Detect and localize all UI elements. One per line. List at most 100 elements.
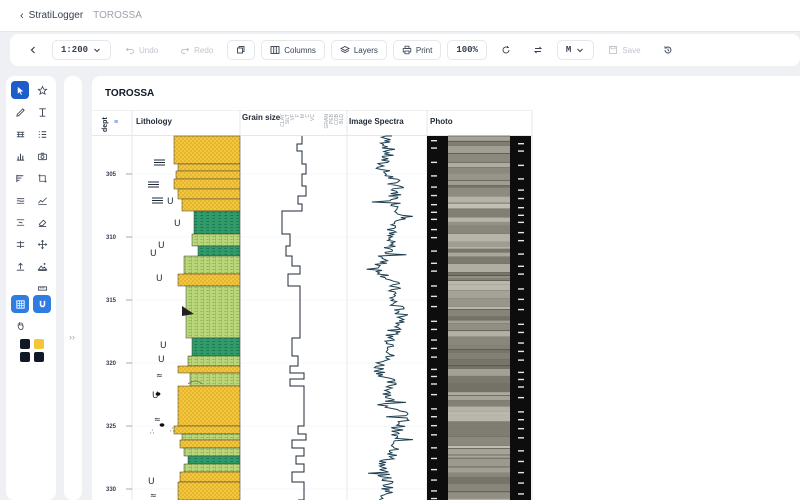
lithology-bed: [183, 463, 241, 473]
core-slice: [448, 225, 510, 234]
core-box-marker: [431, 347, 437, 350]
magnet-toggle[interactable]: [33, 295, 51, 313]
bar-chart-icon: [16, 153, 24, 161]
color-swatch-yellow[interactable]: [34, 339, 44, 349]
core-box-marker: [431, 147, 437, 149]
back-button[interactable]: [20, 40, 46, 60]
app-name-link[interactable]: StratiLogger: [29, 10, 83, 21]
core-box-marker: [518, 239, 524, 242]
core-box-marker: [431, 285, 437, 287]
units-select[interactable]: M: [556, 40, 595, 60]
list-tool[interactable]: [33, 125, 51, 143]
core-box-marker: [518, 396, 524, 399]
core-box-marker: [518, 221, 524, 224]
burrow-symbol: U: [158, 355, 165, 365]
redo-button[interactable]: Redo: [172, 40, 222, 60]
reset-zoom-button[interactable]: [492, 40, 519, 60]
draw-tool[interactable]: [11, 103, 29, 121]
swap-button[interactable]: [524, 40, 551, 60]
core-box-marker: [518, 164, 524, 167]
nodule-symbol: [159, 423, 165, 427]
burrow-symbol: U: [156, 274, 163, 284]
core-box-marker: [518, 460, 524, 463]
core-slice: [448, 256, 510, 264]
chart-tool[interactable]: [11, 147, 29, 165]
core-box-marker: [431, 211, 437, 214]
print-button[interactable]: Print: [392, 40, 442, 60]
favorite-tool[interactable]: [33, 81, 51, 99]
upload-tool[interactable]: [11, 257, 29, 275]
grain-profile-icon: [15, 174, 23, 182]
core-slice: [448, 217, 510, 222]
core-box-marker: [518, 308, 524, 311]
collapse-panel[interactable]: ››: [64, 76, 82, 500]
core-box-marker: [431, 383, 437, 385]
expand-chevron-icon[interactable]: ››: [69, 332, 75, 342]
history-button[interactable]: [654, 40, 681, 60]
scale-select[interactable]: 1:200: [52, 40, 112, 60]
core-box-marker: [518, 437, 524, 439]
contact-tool[interactable]: [11, 191, 29, 209]
lithology-bed: [179, 439, 241, 449]
save-label: Save: [622, 45, 641, 55]
pan-tool[interactable]: [11, 316, 29, 334]
curve-tool[interactable]: [33, 191, 51, 209]
core-slice: [448, 208, 510, 218]
save-button[interactable]: Save: [600, 40, 649, 60]
core-box-marker: [518, 231, 524, 234]
chevron-left-icon: [30, 46, 35, 54]
nodule-symbol: [155, 392, 161, 396]
core-box-marker: [431, 250, 437, 252]
core-slice: [448, 491, 510, 499]
undo-button[interactable]: Undo: [117, 40, 167, 60]
bed-tool[interactable]: [11, 125, 29, 143]
duplicate-button[interactable]: [227, 40, 256, 60]
move-tool[interactable]: [33, 235, 51, 253]
zoom-level[interactable]: 100%: [447, 40, 487, 60]
lithology-bed: [197, 245, 241, 257]
core-box-marker: [518, 471, 524, 474]
back-chevron-icon[interactable]: ‹: [20, 10, 24, 22]
core-box-marker: [431, 447, 437, 449]
columns-icon: [270, 46, 280, 54]
redo-label: Redo: [194, 45, 214, 55]
core-box-marker: [518, 273, 524, 275]
core-box-marker: [518, 298, 524, 301]
text-tool[interactable]: [33, 103, 51, 121]
lithology-bed: [173, 425, 241, 435]
core-box-marker: [431, 194, 437, 197]
photo-tool[interactable]: [33, 147, 51, 165]
core-box-marker: [431, 295, 437, 298]
color-swatch-black-3[interactable]: [34, 352, 44, 362]
grid-toggle[interactable]: [11, 295, 29, 313]
lithology-bed: [177, 385, 241, 427]
core-box-marker: [518, 253, 524, 255]
core-box-marker: [431, 203, 437, 206]
core-box-marker: [431, 262, 437, 264]
color-swatch-black-2[interactable]: [20, 352, 30, 362]
select-tool[interactable]: [11, 81, 29, 99]
crop-tool[interactable]: [33, 169, 51, 187]
core-slice: [448, 349, 510, 353]
swap-arrows-icon: [533, 46, 543, 54]
columns-button[interactable]: Columns: [261, 40, 325, 60]
core-slice: [448, 483, 510, 492]
columns-label: Columns: [284, 45, 316, 55]
split-tool[interactable]: [11, 235, 29, 253]
core-box-marker: [518, 371, 524, 374]
profile-tool[interactable]: [11, 169, 29, 187]
checklist-icon: [38, 130, 46, 138]
structure-tool[interactable]: [11, 213, 29, 231]
core-box-marker: [518, 419, 524, 421]
core-slice: [448, 445, 510, 449]
lithology-bed: [191, 233, 241, 247]
depth-label: 325: [106, 424, 117, 430]
core-slice: [448, 323, 510, 331]
landscape-tool[interactable]: [33, 257, 51, 275]
eraser-tool[interactable]: [33, 213, 51, 231]
layers-button[interactable]: Layers: [330, 40, 387, 60]
move-arrows-icon: [37, 239, 47, 249]
color-swatch-black[interactable]: [20, 339, 30, 349]
core-slice: [448, 316, 510, 321]
core-slice: [448, 187, 510, 197]
